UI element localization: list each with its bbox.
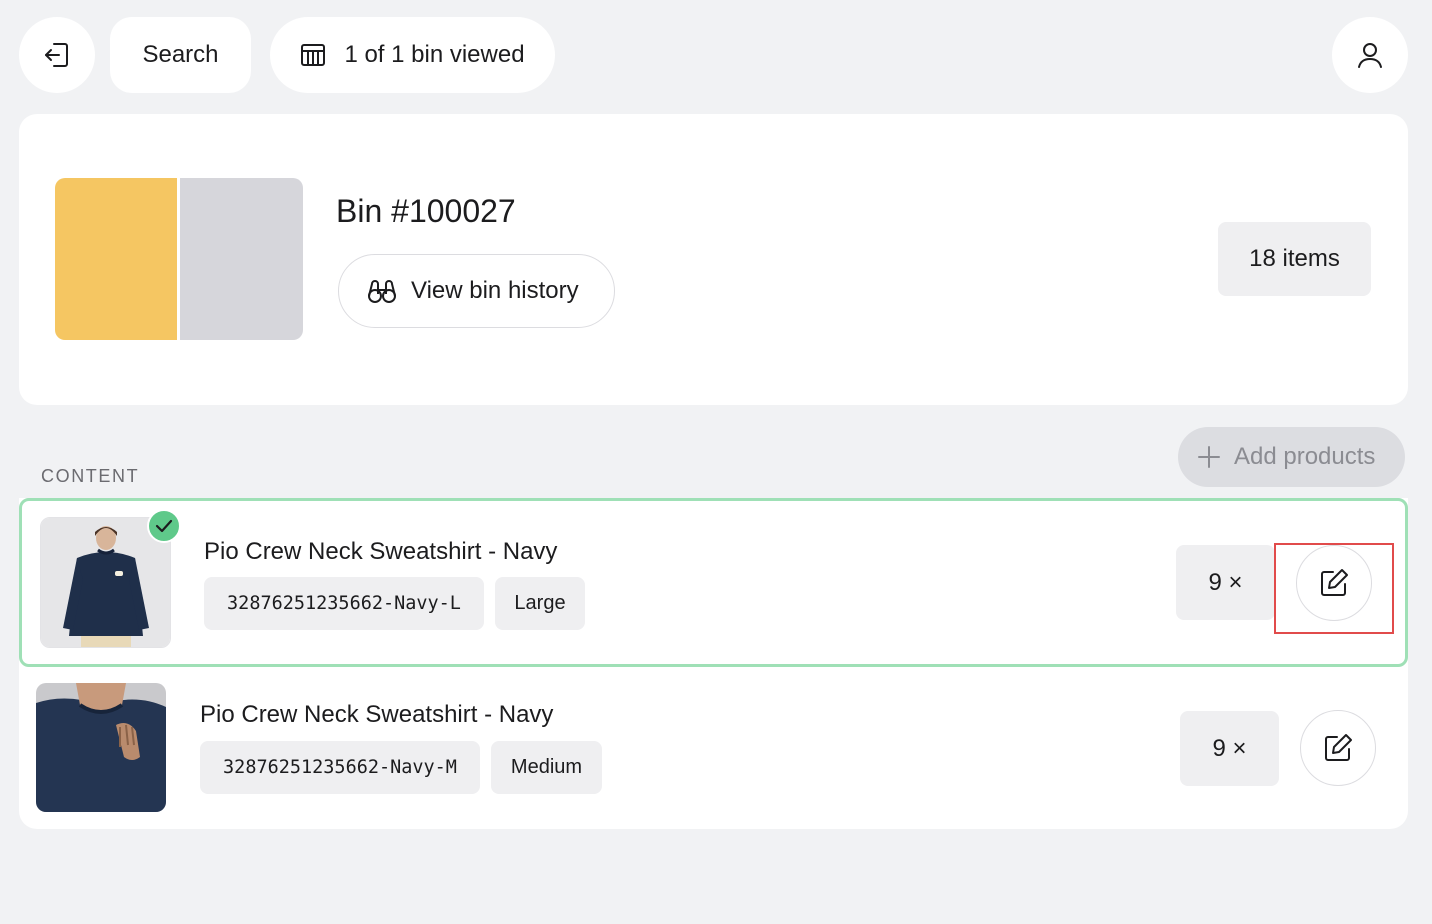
product-row-selected[interactable]: Pio Crew Neck Sweatshirt - Navy 32876251…: [19, 498, 1408, 667]
bin-color-left: [55, 178, 177, 340]
item-count-badge: 18 items: [1218, 222, 1371, 296]
view-bin-history-label: View bin history: [411, 277, 579, 304]
product-size: Medium: [491, 741, 602, 794]
add-products-button[interactable]: Add products: [1178, 427, 1405, 487]
edit-button[interactable]: [1296, 545, 1372, 621]
binoculars-icon: [368, 280, 396, 303]
view-bin-history-button[interactable]: View bin history: [338, 254, 615, 328]
exit-icon: [45, 43, 68, 67]
edit-button[interactable]: [1300, 710, 1376, 786]
search-button[interactable]: Search: [110, 17, 251, 93]
checked-icon: [147, 509, 181, 543]
table-icon: [301, 44, 326, 66]
product-size: Large: [495, 577, 585, 630]
search-label: Search: [142, 41, 219, 68]
product-sku: 32876251235662-Navy-M: [200, 741, 480, 794]
product-list: Pio Crew Neck Sweatshirt - Navy 32876251…: [19, 498, 1408, 829]
product-name: Pio Crew Neck Sweatshirt - Navy: [200, 701, 554, 728]
product-quantity: 9 ×: [1180, 711, 1279, 786]
product-name: Pio Crew Neck Sweatshirt - Navy: [204, 538, 558, 565]
user-icon: [1358, 43, 1382, 68]
product-sku: 32876251235662-Navy-L: [204, 577, 484, 630]
bin-color-swatches: [55, 178, 303, 340]
bin-color-right: [180, 178, 303, 340]
product-quantity: 9 ×: [1176, 545, 1275, 620]
plus-icon: [1198, 446, 1220, 468]
bin-card: Bin #100027 View bin history 18 items: [19, 114, 1408, 405]
bin-title: Bin #100027: [336, 193, 516, 229]
bins-viewed-button[interactable]: 1 of 1 bin viewed: [270, 17, 555, 93]
content-section-label: CONTENT: [41, 466, 140, 486]
edit-icon: [1321, 569, 1348, 596]
item-count-label: 18 items: [1249, 245, 1340, 272]
exit-button[interactable]: [19, 17, 95, 93]
product-row[interactable]: Pio Crew Neck Sweatshirt - Navy 32876251…: [19, 667, 1408, 829]
product-image: [36, 683, 166, 812]
bins-viewed-label: 1 of 1 bin viewed: [344, 41, 525, 68]
edit-icon: [1325, 734, 1352, 761]
top-bar: Search 1 of 1 bin viewed: [19, 17, 1408, 93]
add-products-label: Add products: [1234, 443, 1376, 470]
user-button[interactable]: [1332, 17, 1408, 93]
